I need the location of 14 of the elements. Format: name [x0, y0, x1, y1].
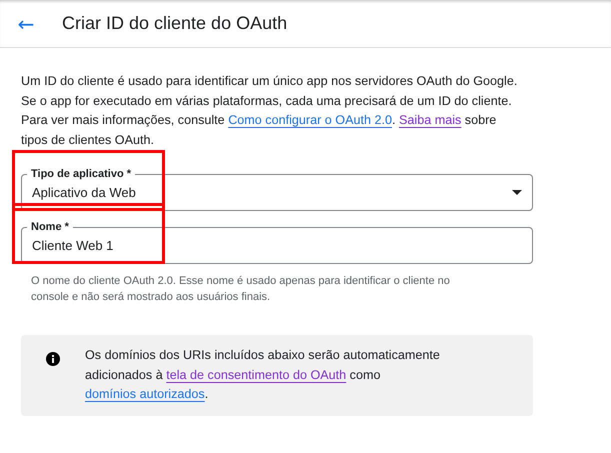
field-label: Tipo de aplicativo * [27, 167, 136, 181]
link[interactable]: Saiba mais [399, 113, 462, 127]
link[interactable]: tela de consentimento do OAuth [166, 368, 346, 382]
link[interactable]: domínios autorizados [85, 387, 205, 401]
notice-text: Os domínios dos URIs incluídos abaixo serão automaticamente adicionados à tela de consentimento do OAuth como domínios autorizados. [85, 347, 441, 403]
field-value: Aplicativo da Web [32, 185, 137, 200]
info-icon [46, 352, 60, 366]
field-value: Cliente Web 1 [32, 238, 114, 253]
field-hint: O nome do cliente OAuth 2.0. Esse nome é usado apenas para identificar o cliente no console e não será mostrado aos usuários finais. [31, 274, 451, 305]
page-title: Criar ID do cliente do OAuth [62, 13, 288, 34]
intro-text: Um ID do cliente é usado para identificar um único app nos servidores OAuth do Google. Se o app for executado em várias plataformas, cada uma precisará de um ID do cliente. Para ver mais informações, consulte Como configurar o OAuth 2.0. Saiba mais sobre tipos de clientes OAuth. [21, 73, 518, 149]
link[interactable]: Como configurar o OAuth 2.0 [228, 113, 392, 127]
caret-icon [512, 190, 522, 195]
back-button[interactable]: ← [15, 12, 37, 36]
